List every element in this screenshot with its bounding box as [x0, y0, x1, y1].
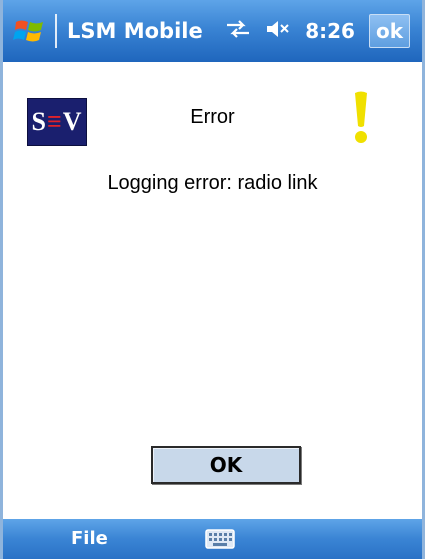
app-title: LSM Mobile [67, 19, 203, 43]
menu-bar: File [3, 519, 422, 559]
title-ok-button[interactable]: ok [368, 14, 410, 48]
ok-button[interactable]: OK [151, 446, 301, 484]
keyboard-icon[interactable] [205, 529, 235, 549]
dialog-content: S ≡ V Error Logging error: radio link OK [3, 62, 422, 519]
title-separator [55, 14, 57, 48]
windows-start-icon[interactable] [13, 14, 47, 48]
warning-exclamation-icon [351, 90, 371, 146]
title-bar: LSM Mobile 8:26 ok [3, 0, 422, 62]
status-area: 8:26 ok [225, 14, 412, 48]
speaker-muted-icon[interactable] [265, 18, 291, 45]
device-screen: LSM Mobile 8:26 ok S ≡ V Error Logging e… [0, 0, 425, 559]
file-menu[interactable]: File [71, 528, 108, 549]
connectivity-icon[interactable] [225, 18, 251, 45]
clock[interactable]: 8:26 [305, 19, 355, 43]
error-message: Logging error: radio link [107, 172, 318, 194]
